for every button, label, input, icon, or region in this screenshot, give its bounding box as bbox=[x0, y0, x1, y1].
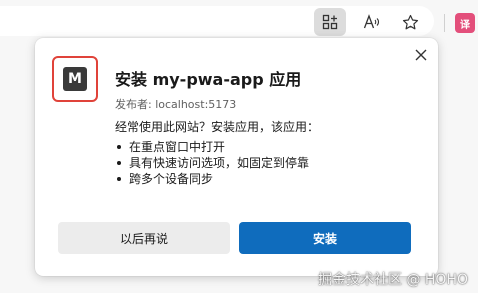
list-item: 具有快速访问选项，如固定到停靠 bbox=[115, 155, 309, 171]
list-item: 跨多个设备同步 bbox=[115, 171, 309, 187]
bullet-icon bbox=[117, 144, 121, 149]
read-aloud-button[interactable] bbox=[356, 8, 388, 36]
feature-text: 跨多个设备同步 bbox=[129, 172, 214, 186]
not-now-button[interactable]: 以后再说 bbox=[58, 222, 230, 254]
install-app-dialog: M 安装 my-pwa-app 应用 发布者: localhost:5173 经… bbox=[35, 38, 438, 276]
list-item: 在重点窗口中打开 bbox=[115, 139, 309, 155]
bullet-icon bbox=[117, 176, 121, 181]
extension-label: 译 bbox=[460, 19, 470, 31]
publisher-text: 发布者: localhost:5173 bbox=[115, 98, 237, 111]
intro-text: 经常使用此网站？安装应用，该应用： bbox=[115, 120, 320, 134]
feature-text: 在重点窗口中打开 bbox=[129, 140, 226, 154]
dialog-title: 安装 my-pwa-app 应用 bbox=[115, 70, 302, 89]
install-button[interactable]: 安装 bbox=[239, 222, 411, 254]
close-button[interactable] bbox=[412, 46, 430, 64]
close-icon bbox=[415, 46, 427, 65]
browser-toolbar: 译 bbox=[0, 0, 478, 36]
app-icon-letter: M bbox=[68, 71, 82, 87]
read-aloud-icon bbox=[363, 14, 381, 30]
translate-extension-icon[interactable]: 译 bbox=[455, 13, 475, 33]
watermark: 掘金技术社区 @ HOHO bbox=[318, 272, 468, 288]
feature-text: 具有快速访问选项，如固定到停靠 bbox=[129, 156, 310, 170]
app-available-icon bbox=[322, 14, 338, 30]
feature-list: 在重点窗口中打开 具有快速访问选项，如固定到停靠 跨多个设备同步 bbox=[115, 139, 309, 187]
app-available-button[interactable] bbox=[314, 8, 346, 36]
favorite-star-icon bbox=[402, 14, 419, 31]
bullet-icon bbox=[117, 160, 121, 165]
app-icon-highlight: M bbox=[52, 56, 98, 102]
app-icon: M bbox=[63, 67, 87, 91]
favorite-button[interactable] bbox=[394, 8, 426, 36]
toolbar-divider bbox=[444, 14, 445, 32]
